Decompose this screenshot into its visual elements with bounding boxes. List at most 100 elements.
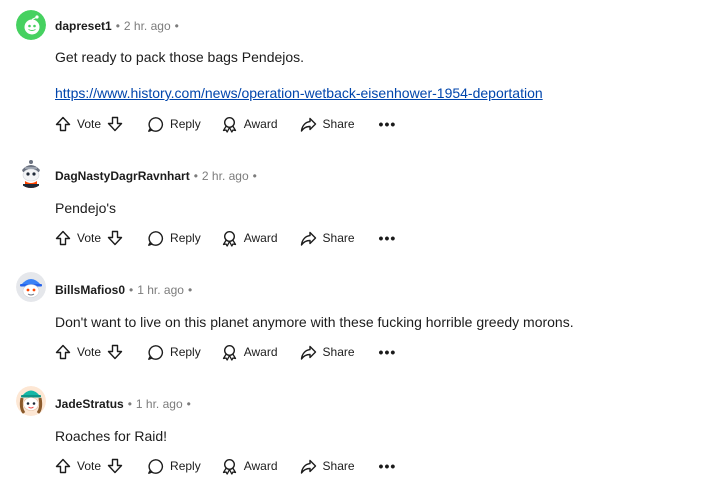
award-icon: [222, 116, 236, 133]
award-icon: [222, 344, 236, 361]
snoo-helmet-icon: [16, 158, 46, 188]
downvote-button[interactable]: [107, 344, 123, 360]
green-snoo-icon: [16, 10, 46, 40]
upvote-icon: [55, 230, 71, 246]
author-name[interactable]: JadeStratus: [55, 397, 124, 411]
timestamp[interactable]: 1 hr. ago: [136, 397, 183, 411]
share-button[interactable]: Share: [300, 228, 355, 248]
reply-button[interactable]: Reply: [147, 342, 201, 362]
upvote-button[interactable]: [55, 458, 71, 474]
comment-actions: Vote Reply Award Share •••: [55, 456, 396, 476]
comment-meta: DagNastyDagrRavnhart • 2 hr. ago •: [55, 168, 261, 184]
award-button[interactable]: Award: [221, 342, 278, 362]
reply-button[interactable]: Reply: [147, 114, 201, 134]
award-icon: [222, 458, 236, 475]
share-icon: [300, 117, 316, 132]
reply-label: Reply: [170, 231, 201, 245]
timestamp[interactable]: 2 hr. ago: [202, 169, 249, 183]
comment-actions: Vote Reply Award Share •••: [55, 342, 396, 362]
comment-text: Get ready to pack those bags Pendejos.: [55, 49, 305, 65]
reply-label: Reply: [170, 117, 201, 131]
award-label: Award: [243, 117, 278, 131]
snoo-teal-hat-icon: [16, 386, 46, 416]
vote-label: Vote: [77, 231, 102, 245]
separator-dot: •: [193, 169, 198, 183]
award-button[interactable]: Award: [221, 114, 278, 134]
downvote-button[interactable]: [107, 116, 123, 132]
separator-dot: •: [129, 283, 134, 297]
more-options-button[interactable]: •••: [379, 228, 397, 248]
comment-link[interactable]: https://www.history.com/news/operation-w…: [55, 85, 543, 101]
author-name[interactable]: BillsMafios0: [55, 283, 125, 297]
share-button[interactable]: Share: [300, 456, 355, 476]
share-button[interactable]: Share: [300, 342, 355, 362]
upvote-button[interactable]: [55, 116, 71, 132]
separator-dot: •: [252, 169, 257, 183]
separator-dot: •: [115, 19, 120, 33]
comment-text: Don't want to live on this planet anymor…: [55, 314, 574, 330]
snoo-blue-hat-icon: [16, 272, 46, 302]
comment-meta: JadeStratus • 1 hr. ago •: [55, 396, 195, 412]
timestamp[interactable]: 2 hr. ago: [124, 19, 171, 33]
reply-label: Reply: [170, 459, 201, 473]
ellipsis-icon: •••: [378, 116, 397, 132]
ellipsis-icon: •••: [378, 344, 397, 360]
comment-body: Don't want to live on this planet anymor…: [55, 312, 574, 332]
award-button[interactable]: Award: [221, 228, 278, 248]
downvote-button[interactable]: [107, 458, 123, 474]
share-icon: [300, 345, 316, 360]
vote-group: Vote: [55, 114, 123, 134]
separator-dot: •: [174, 19, 179, 33]
avatar[interactable]: [16, 386, 46, 416]
share-label: Share: [322, 459, 355, 473]
award-button[interactable]: Award: [221, 456, 278, 476]
upvote-icon: [55, 458, 71, 474]
ellipsis-icon: •••: [378, 230, 397, 246]
downvote-button[interactable]: [107, 230, 123, 246]
avatar[interactable]: [16, 272, 46, 302]
downvote-icon: [107, 458, 123, 474]
ellipsis-icon: •••: [378, 458, 397, 474]
speech-bubble-icon: [148, 458, 164, 474]
avatar[interactable]: [16, 158, 46, 188]
separator-dot: •: [186, 397, 191, 411]
comment-actions: Vote Reply Award Share •••: [55, 114, 396, 134]
comment-body: Get ready to pack those bags Pendejos. h…: [55, 47, 543, 103]
more-options-button[interactable]: •••: [379, 342, 397, 362]
reply-label: Reply: [170, 345, 201, 359]
downvote-icon: [107, 230, 123, 246]
vote-label: Vote: [77, 459, 102, 473]
more-options-button[interactable]: •••: [379, 456, 397, 476]
timestamp[interactable]: 1 hr. ago: [137, 283, 184, 297]
comment-text: Pendejo's: [55, 200, 117, 216]
award-label: Award: [243, 459, 278, 473]
share-label: Share: [322, 345, 355, 359]
author-name[interactable]: DagNastyDagrRavnhart: [55, 169, 190, 183]
upvote-button[interactable]: [55, 344, 71, 360]
award-label: Award: [243, 345, 278, 359]
downvote-icon: [107, 116, 123, 132]
comment-meta: BillsMafios0 • 1 hr. ago •: [55, 282, 196, 298]
award-label: Award: [243, 231, 278, 245]
share-label: Share: [322, 231, 355, 245]
share-icon: [300, 459, 316, 474]
vote-label: Vote: [77, 117, 102, 131]
reply-button[interactable]: Reply: [147, 228, 201, 248]
vote-group: Vote: [55, 228, 123, 248]
reply-button[interactable]: Reply: [147, 456, 201, 476]
vote-label: Vote: [77, 345, 102, 359]
comment-text: Roaches for Raid!: [55, 428, 168, 444]
comment-actions: Vote Reply Award Share •••: [55, 228, 396, 248]
share-button[interactable]: Share: [300, 114, 355, 134]
upvote-icon: [55, 116, 71, 132]
award-icon: [222, 230, 236, 247]
comment-body: Pendejo's: [55, 198, 116, 218]
speech-bubble-icon: [148, 344, 164, 360]
speech-bubble-icon: [148, 116, 164, 132]
avatar[interactable]: [16, 10, 46, 40]
more-options-button[interactable]: •••: [379, 114, 397, 134]
speech-bubble-icon: [148, 230, 164, 246]
upvote-button[interactable]: [55, 230, 71, 246]
author-name[interactable]: dapreset1: [55, 19, 112, 33]
vote-group: Vote: [55, 342, 123, 362]
